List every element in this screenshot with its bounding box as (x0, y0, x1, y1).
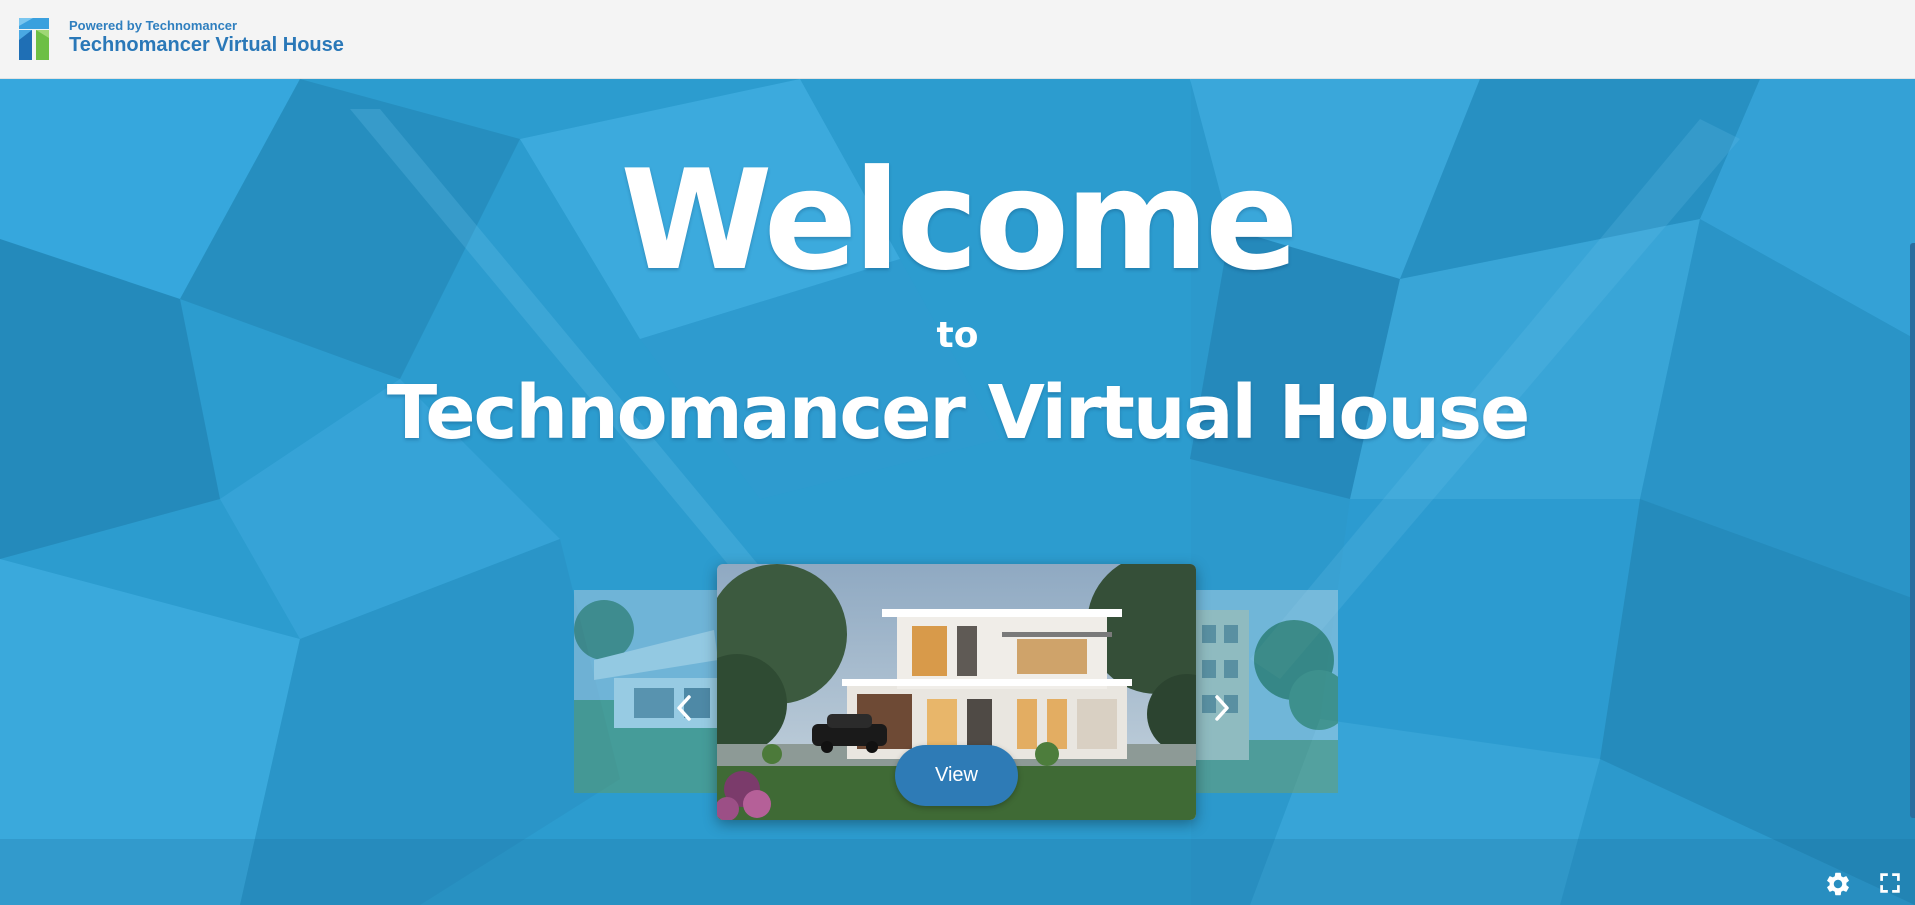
top-header: Powered by Technomancer Technomancer Vir… (0, 0, 1915, 79)
fullscreen-icon (1880, 873, 1900, 893)
gear-icon (1827, 872, 1849, 896)
technomancer-logo (19, 18, 49, 60)
to-text: to (936, 315, 979, 356)
powered-by-label: Powered by Technomancer (69, 18, 238, 33)
fullscreen-button[interactable] (1877, 870, 1905, 898)
virtual-house-heading: Technomancer Virtual House (386, 370, 1531, 456)
carousel-next-button[interactable] (1205, 688, 1239, 728)
chevron-right-icon (1215, 695, 1229, 721)
carousel-prev-button[interactable] (667, 688, 701, 728)
view-button[interactable]: View (895, 745, 1018, 806)
settings-button[interactable] (1824, 870, 1852, 898)
app-title: Technomancer Virtual House (69, 34, 344, 56)
welcome-heading: Welcome (620, 140, 1298, 301)
chevron-left-icon (677, 695, 691, 721)
